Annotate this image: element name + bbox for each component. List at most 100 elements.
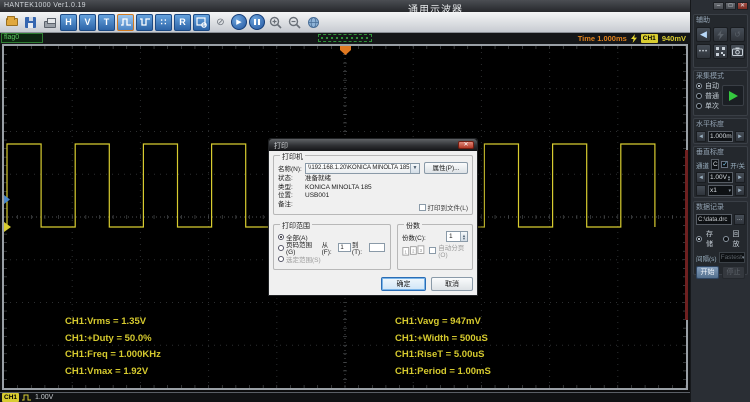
more-options-button[interactable]: ••• <box>696 44 711 59</box>
probe-dropdown[interactable]: x1▾ <box>708 185 733 196</box>
camera-icon <box>732 47 743 56</box>
horizontal-title: 水平标度 <box>696 121 745 129</box>
vertical-menu-button[interactable]: V <box>79 14 96 31</box>
print-to-file-option[interactable]: 打印到文件(L) <box>419 202 468 212</box>
stop-indicator-button[interactable]: ⊘ <box>212 14 229 31</box>
status-value: 准备就绪 <box>305 175 331 184</box>
cursor-measure-button[interactable]: ∷ <box>155 14 172 31</box>
timebase-increase-button[interactable]: ► <box>735 131 745 142</box>
save-button[interactable] <box>22 14 39 31</box>
caret-icon: ▾ <box>728 188 731 194</box>
range-pages-option[interactable]: 页码范围(G) 从(F): 1 到(T): <box>278 242 386 253</box>
pause-button[interactable] <box>249 14 265 30</box>
print-button[interactable] <box>41 14 58 31</box>
volts-increase-button[interactable]: ► <box>735 172 745 183</box>
zoom-in-button[interactable] <box>267 14 284 31</box>
right-scroll-indicator[interactable] <box>685 150 688 320</box>
store-radio[interactable] <box>696 236 702 242</box>
record-start-button[interactable]: 开始 <box>696 266 719 279</box>
run-button[interactable]: ▶ <box>231 14 247 30</box>
properties-button[interactable]: 属性(P)... <box>424 162 468 174</box>
preview-window-button[interactable] <box>193 14 210 31</box>
copies-group-label: 份数 <box>404 221 422 231</box>
measurement-freq: CH1:Freq = 1.000KHz <box>65 347 161 364</box>
trigger-flash-icon <box>631 34 637 43</box>
normal-label: 普通 <box>705 91 719 101</box>
ok-button[interactable]: 确定 <box>381 277 426 291</box>
range-all-radio[interactable] <box>278 234 284 240</box>
copies-spinner-arrows[interactable]: ▲▼ <box>460 232 467 241</box>
pulse-mode2-button[interactable] <box>136 14 153 31</box>
language-button[interactable] <box>305 14 322 31</box>
dialog-close-button[interactable]: ✕ <box>458 141 474 149</box>
disabled-circle-icon: ⊘ <box>216 17 224 28</box>
flag-tag[interactable]: flag0 <box>1 33 43 43</box>
measurement-vavg: CH1:Vavg = 947mV <box>395 314 491 331</box>
close-button[interactable]: ✕ <box>737 2 748 10</box>
timebase-decrease-button[interactable]: ◄ <box>696 131 706 142</box>
replay-radio[interactable] <box>723 236 729 242</box>
screenshot-button[interactable] <box>730 44 745 59</box>
qrcode-button[interactable] <box>713 44 728 59</box>
range-pages-radio[interactable] <box>278 245 284 251</box>
radio-normal[interactable] <box>696 93 702 99</box>
timebase-dropdown[interactable]: 1.000ms▾ <box>708 131 733 142</box>
control-sidebar: – □ ✕ 辅助 ◀ ↺ ••• 采集模式 自动 普通 <box>690 0 750 402</box>
range-group-label: 打印范围 <box>280 221 312 231</box>
acquire-title: 采集模式 <box>696 73 745 81</box>
radio-single[interactable] <box>696 103 702 109</box>
store-label: 存储 <box>706 229 719 249</box>
record-viewport-preview[interactable] <box>318 34 372 42</box>
horizontal-menu-button[interactable]: H <box>60 14 77 31</box>
record-path-input[interactable]: C:\data.drc <box>696 214 732 225</box>
onoff-label: 开/关 <box>730 160 745 170</box>
coupling-wave-icon <box>22 394 32 401</box>
trigger-info: Time 1.000ms CH1 940mV <box>578 33 686 44</box>
acquire-run-button[interactable] <box>722 85 744 106</box>
trigger-source-badge: CH1 <box>641 34 658 43</box>
channel-onoff-checkbox[interactable] <box>721 161 728 168</box>
reference-button[interactable]: R <box>174 14 191 31</box>
trigger-level-readout: 940mV <box>662 34 686 43</box>
auto-label: 自动 <box>705 81 719 91</box>
zoom-out-button[interactable] <box>286 14 303 31</box>
channel-label: 通道 <box>696 160 709 170</box>
h-label: H <box>65 17 72 27</box>
volts-scale-spinner[interactable]: 1.00V▲▼ <box>708 172 733 183</box>
type-value: KONICA MINOLTA 185 <box>305 184 372 193</box>
cancel-button[interactable]: 取消 <box>431 277 473 291</box>
spinner-arrows-icon[interactable]: ▲▼ <box>727 175 731 181</box>
zoom-out-icon <box>288 16 301 29</box>
printer-group-label: 打印机 <box>280 152 305 162</box>
trigger-menu-button[interactable]: T <box>98 14 115 31</box>
print-dialog-titlebar[interactable]: 打印 ✕ <box>269 139 477 151</box>
undo-button-disabled: ↺ <box>730 27 745 42</box>
measurements-left: CH1:Vrms = 1.35V CH1:+Duty = 50.0% CH1:F… <box>65 314 161 380</box>
probe-increase-button[interactable]: ► <box>735 185 745 196</box>
horizontal-section: 水平标度 ◄ 1.000ms▾ ► <box>693 118 748 144</box>
qrcode-icon <box>716 47 725 56</box>
window-magnifier-icon <box>196 17 207 28</box>
pulse-mode-button[interactable] <box>117 14 134 31</box>
volts-value: 1.00V <box>710 174 727 181</box>
collate-label: 自动分页(O) <box>438 242 468 259</box>
copies-spinner[interactable]: 1▲▼ <box>446 231 468 242</box>
open-file-button[interactable] <box>3 14 20 31</box>
radio-auto[interactable] <box>696 83 702 89</box>
globe-icon <box>307 16 320 29</box>
maximize-button[interactable]: □ <box>725 2 736 10</box>
select-arrow-icon[interactable]: ▼ <box>410 164 419 173</box>
from-input[interactable]: 1 <box>338 243 351 252</box>
back-button[interactable]: ◀ <box>696 27 711 42</box>
square-wave-icon <box>120 17 132 27</box>
channel-value: CH1 <box>713 161 719 168</box>
volts-decrease-button[interactable]: ◄ <box>696 172 706 183</box>
print-to-file-checkbox[interactable] <box>419 204 426 211</box>
to-input[interactable] <box>369 243 385 252</box>
minimize-button[interactable]: – <box>713 2 724 10</box>
timebase-readout: Time 1.000ms <box>578 34 627 43</box>
channel-badge[interactable]: CH1 <box>2 393 19 402</box>
printer-name-select[interactable]: \\192.168.1.20\KONICA MINOLTA 185▼ <box>305 163 420 174</box>
browse-button[interactable]: ... <box>734 214 745 225</box>
channel-dropdown[interactable]: CH1▾ <box>711 159 719 170</box>
